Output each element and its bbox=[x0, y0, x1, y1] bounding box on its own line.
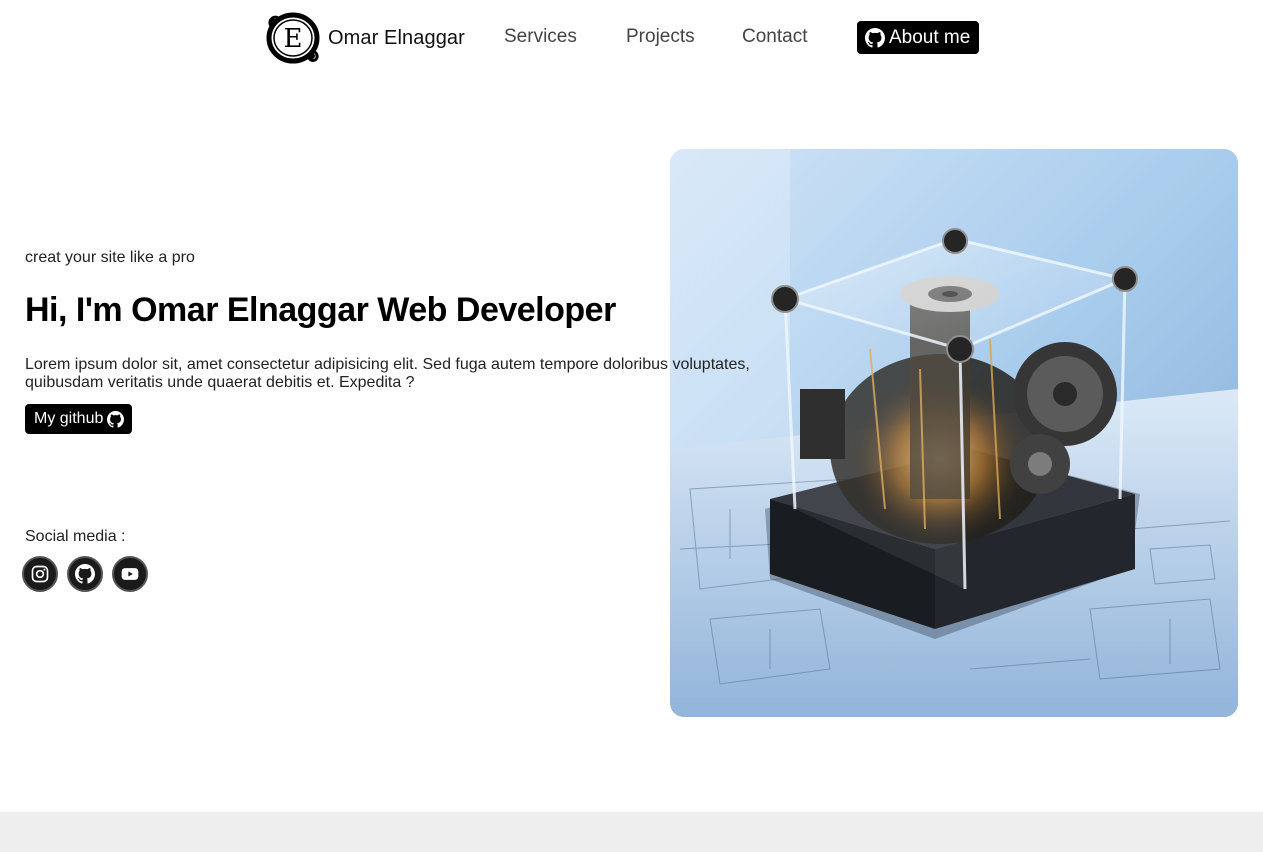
github-icon bbox=[865, 27, 885, 48]
my-github-button[interactable]: My github bbox=[25, 404, 133, 434]
youtube-link[interactable] bbox=[112, 556, 148, 592]
github-icon bbox=[75, 564, 95, 584]
top-navigation: E Omar Elnaggar Services Projects Contac… bbox=[265, 10, 995, 66]
hero-title: Hi, I'm Omar Elnaggar Web Developer bbox=[25, 291, 616, 329]
machine-cube-illustration bbox=[670, 149, 1238, 717]
my-github-label: My github bbox=[34, 410, 104, 427]
github-social-link[interactable] bbox=[67, 556, 103, 592]
about-me-button[interactable]: About me bbox=[857, 21, 980, 54]
nav-link-projects[interactable]: Projects bbox=[626, 26, 695, 48]
social-media-label: Social media : bbox=[25, 528, 126, 545]
logo-icon: E bbox=[266, 12, 320, 64]
instagram-icon bbox=[31, 565, 49, 583]
youtube-icon bbox=[121, 568, 139, 580]
brand-link[interactable]: E Omar Elnaggar bbox=[265, 10, 465, 66]
hero-description: Lorem ipsum dolor sit, amet consectetur … bbox=[25, 356, 750, 391]
footer-band bbox=[0, 812, 1263, 852]
nav-link-services[interactable]: Services bbox=[504, 26, 577, 48]
hero-image bbox=[670, 149, 1238, 717]
hero-tagline: creat your site like a pro bbox=[25, 249, 195, 266]
page: E Omar Elnaggar Services Projects Contac… bbox=[0, 0, 1263, 852]
social-links bbox=[22, 556, 148, 592]
github-icon bbox=[107, 410, 125, 428]
logo-letter: E bbox=[284, 24, 303, 54]
nav-link-contact[interactable]: Contact bbox=[742, 26, 807, 48]
about-me-label: About me bbox=[889, 26, 971, 48]
brand-name: Omar Elnaggar bbox=[328, 26, 465, 49]
instagram-link[interactable] bbox=[22, 556, 58, 592]
